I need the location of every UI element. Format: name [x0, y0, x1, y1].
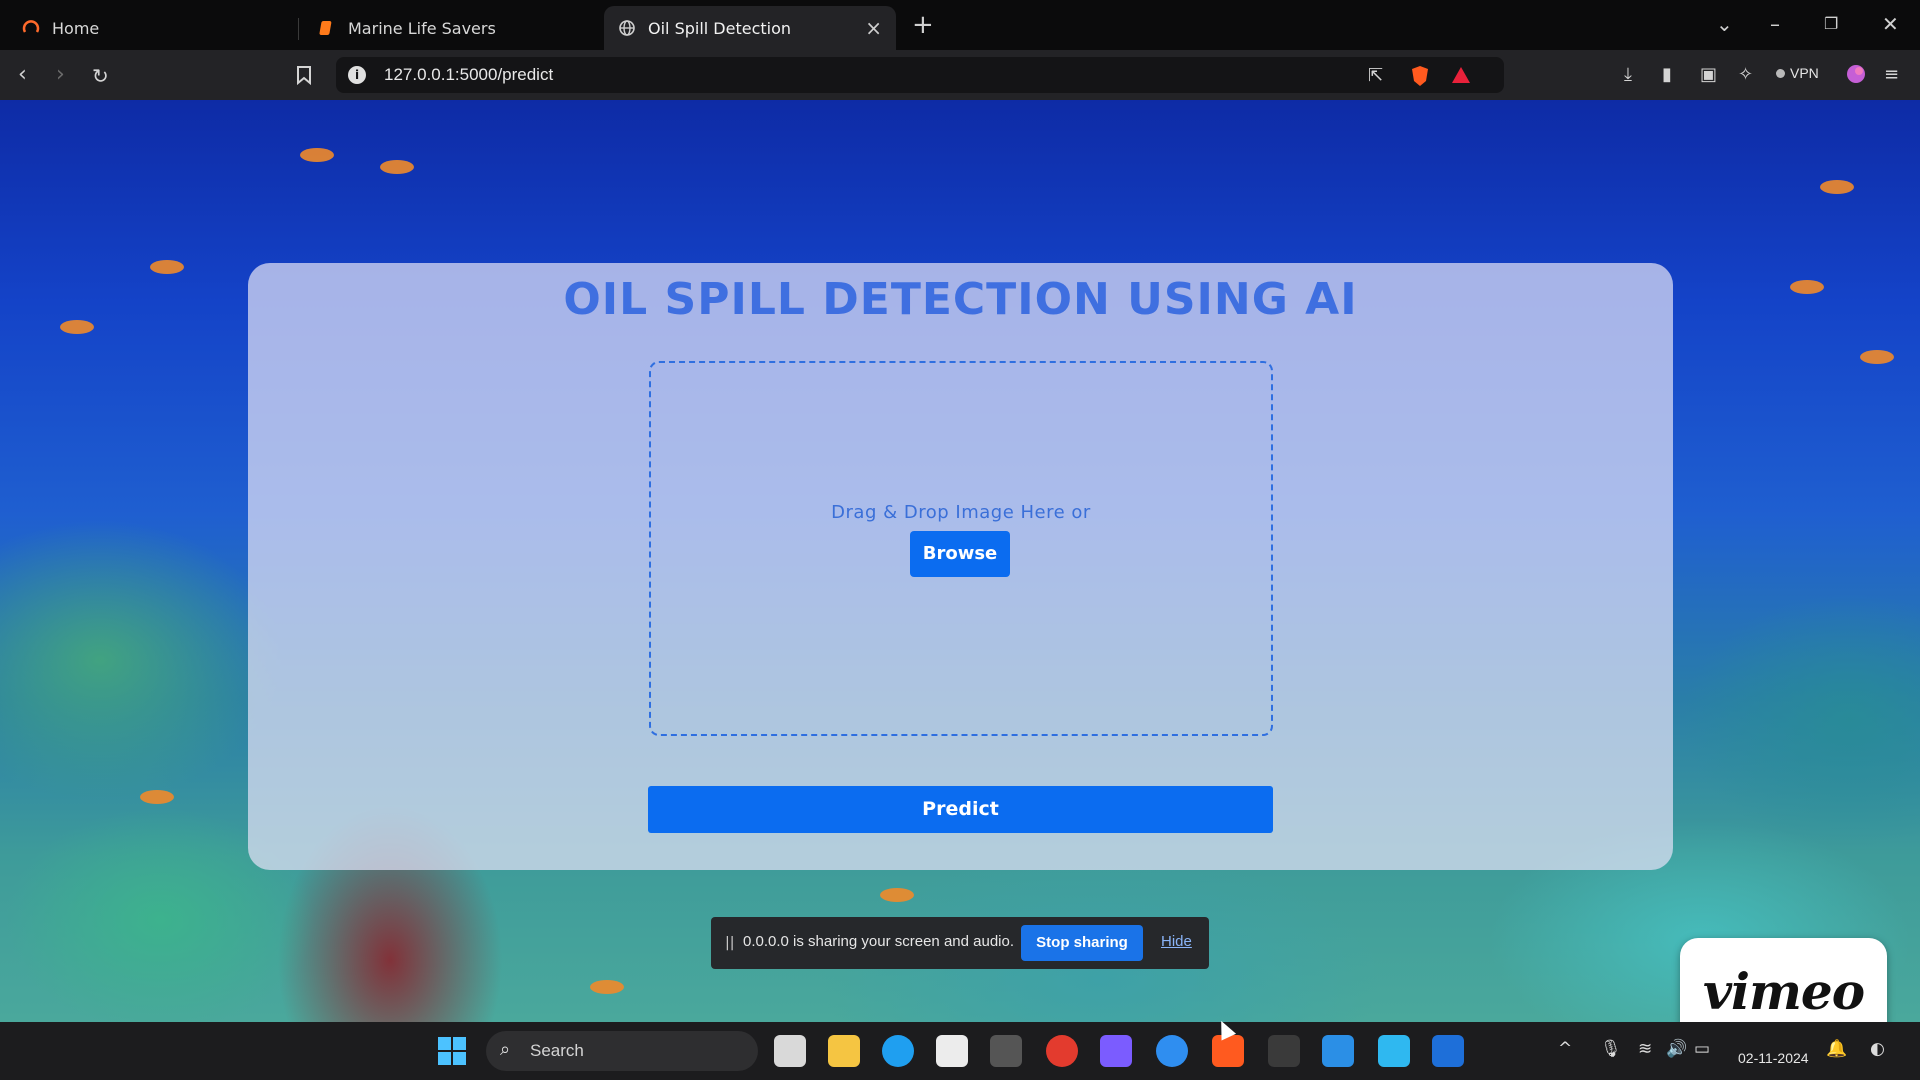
tab-home[interactable]: Home [8, 6, 294, 50]
microsoft-store-icon[interactable] [936, 1035, 968, 1067]
tab-search-chevron-icon[interactable]: ⌄ [1716, 12, 1733, 36]
screen-share-banner: || 0.0.0.0 is sharing your screen and au… [711, 917, 1209, 969]
forward-icon[interactable]: › [56, 62, 65, 87]
search-placeholder: Search [530, 1041, 584, 1060]
fish-decoration [150, 260, 184, 274]
notification-bell-icon[interactable]: 🔔 [1826, 1039, 1847, 1059]
fish-decoration [300, 148, 334, 162]
tab-label: Home [52, 18, 100, 38]
microphone-icon[interactable]: 🎙 [1600, 1039, 1622, 1059]
page-title: OIL SPILL DETECTION USING AI [563, 274, 1358, 325]
browser-toolbar: ‹ › ↻ i 127.0.0.1:5000/predict ⇱ ⤓ ▮ ▣ ✧… [0, 50, 1920, 100]
address-bar[interactable]: i 127.0.0.1:5000/predict ⇱ [336, 57, 1504, 93]
new-tab-icon[interactable]: + [912, 10, 934, 40]
sidebar-icon[interactable]: ▮ [1662, 64, 1672, 85]
browse-button[interactable]: Browse [910, 531, 1010, 577]
back-icon[interactable]: ‹ [18, 62, 27, 87]
drag-handle-icon[interactable]: || [725, 935, 734, 951]
tab-marine-life-savers[interactable]: Marine Life Savers [304, 6, 594, 50]
tab-separator [298, 18, 299, 40]
app-window-icon[interactable] [1432, 1035, 1464, 1067]
volume-icon[interactable]: 🔊 [1666, 1039, 1687, 1059]
fish-decoration [1860, 350, 1894, 364]
tab-strip: Home Marine Life Savers Oil Spill Detect… [0, 0, 1920, 50]
tab-label: Oil Spill Detection [648, 18, 792, 38]
snipping-tool-icon[interactable] [1378, 1035, 1410, 1067]
chrome-icon[interactable] [1046, 1035, 1078, 1067]
fish-decoration [590, 980, 624, 994]
globe-icon [618, 19, 636, 37]
minimize-icon[interactable]: – [1770, 12, 1780, 36]
share-message: 0.0.0.0 is sharing your screen and audio… [743, 933, 1015, 950]
document-icon [318, 19, 336, 37]
fish-decoration [380, 160, 414, 174]
tab-label: Marine Life Savers [348, 18, 496, 38]
windows-taskbar: ⌕ Search ^ 🎙 ≋ 🔊 ▭ 02-11-2024 🔔 ◐ [0, 1022, 1920, 1080]
profile-avatar-icon[interactable] [1846, 64, 1866, 89]
bookmark-icon[interactable] [296, 65, 312, 90]
edge-icon[interactable] [882, 1035, 914, 1067]
fish-decoration [1790, 280, 1824, 294]
tab-oil-spill-detection[interactable]: Oil Spill Detection × [604, 6, 896, 50]
tray-chevron-icon[interactable]: ^ [1558, 1039, 1572, 1059]
vimeo-wordmark: vimeo [1702, 962, 1865, 1021]
battery-icon[interactable]: ▭ [1694, 1039, 1710, 1059]
taskbar-search[interactable]: ⌕ Search [486, 1031, 758, 1071]
vscode-icon[interactable] [1322, 1035, 1354, 1067]
fish-decoration [140, 790, 174, 804]
brave-taskbar-icon[interactable] [1212, 1035, 1244, 1067]
chrome-profile-icon[interactable] [1156, 1035, 1188, 1067]
fish-decoration [1820, 180, 1854, 194]
brave-rewards-icon[interactable] [1450, 65, 1472, 90]
wallet-icon[interactable]: ▣ [1700, 64, 1717, 85]
predict-button[interactable]: Predict [648, 786, 1273, 833]
close-tab-icon[interactable]: × [865, 16, 882, 40]
taskbar-date[interactable]: 02-11-2024 [1738, 1050, 1809, 1066]
leo-ai-icon[interactable]: ✧ [1738, 64, 1753, 85]
dropzone-text: Drag & Drop Image Here or [831, 502, 1091, 523]
brave-news-icon [22, 19, 40, 37]
start-windows-icon[interactable] [436, 1035, 468, 1067]
wifi-icon[interactable]: ≋ [1638, 1039, 1652, 1059]
task-view-icon[interactable] [774, 1035, 806, 1067]
fish-decoration [60, 320, 94, 334]
stop-sharing-button[interactable]: Stop sharing [1021, 925, 1143, 961]
site-info-icon[interactable]: i [348, 66, 366, 84]
url-text[interactable]: 127.0.0.1:5000/predict [384, 65, 553, 85]
reload-icon[interactable]: ↻ [92, 64, 109, 88]
window-close-icon[interactable]: ✕ [1882, 12, 1899, 36]
menu-icon[interactable]: ≡ [1884, 64, 1899, 85]
brave-shields-icon[interactable] [1410, 65, 1430, 92]
settings-app-icon[interactable] [990, 1035, 1022, 1067]
copilot-icon[interactable] [1100, 1035, 1132, 1067]
hide-link[interactable]: Hide [1161, 933, 1192, 950]
widgets-icon[interactable]: ◐ [1870, 1039, 1885, 1059]
fish-decoration [880, 888, 914, 902]
share-icon[interactable]: ⇱ [1368, 65, 1383, 86]
search-icon: ⌕ [500, 1039, 511, 1060]
terminal-icon[interactable] [1268, 1035, 1300, 1067]
vpn-button[interactable]: VPN [1776, 65, 1819, 81]
restore-icon[interactable]: ❐ [1824, 14, 1838, 33]
file-explorer-icon[interactable] [828, 1035, 860, 1067]
download-icon[interactable]: ⤓ [1624, 64, 1632, 85]
